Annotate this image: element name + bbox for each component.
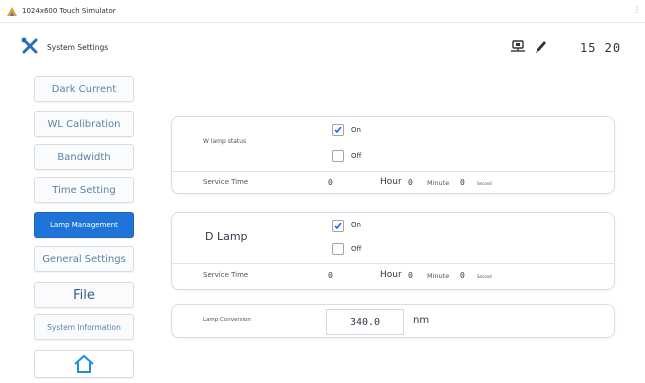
sidebar-item-label: System Information xyxy=(47,322,121,332)
sidebar-item-label: General Settings xyxy=(42,253,126,265)
w-lamp-card: W lamp status On Off Service Time 0 Hour… xyxy=(171,116,615,194)
sidebar-item-label: Time Setting xyxy=(52,184,116,196)
sidebar-item-label: WL Calibration xyxy=(47,118,121,130)
divider xyxy=(172,171,614,172)
divider xyxy=(172,263,614,264)
sidebar-item-file[interactable]: File xyxy=(34,282,134,308)
w-lamp-status-label: W lamp status xyxy=(203,138,247,145)
d-lamp-off-checkbox[interactable] xyxy=(332,243,344,255)
lamp-conversion-input[interactable]: 340.0 xyxy=(326,309,404,335)
w-lamp-hours-value[interactable]: 0 xyxy=(328,178,333,187)
check-icon xyxy=(334,222,342,230)
window-titlebar: 1024x600 Touch Simulator ⋮ xyxy=(0,0,645,23)
lamp-conversion-card: Lamp Conversion 340.0 nm xyxy=(171,304,615,338)
d-lamp-hours-value[interactable]: 0 xyxy=(328,271,333,280)
d-lamp-card: D Lamp On Off Service Time 0 Hour 0 Minu… xyxy=(171,212,615,290)
d-lamp-label: D Lamp xyxy=(205,230,248,243)
sidebar-item-bandwidth[interactable]: Bandwidth xyxy=(34,144,134,170)
w-lamp-off-label: Off xyxy=(351,152,362,160)
lamp-conversion-label: Lamp Conversion xyxy=(203,317,251,323)
window-title: 1024x600 Touch Simulator xyxy=(22,7,116,15)
lamp-conversion-unit: nm xyxy=(413,315,430,326)
d-lamp-on-label: On xyxy=(351,221,361,229)
w-lamp-off-checkbox[interactable] xyxy=(332,150,344,162)
network-icon xyxy=(511,40,525,52)
page-title: System Settings xyxy=(47,43,109,52)
w-lamp-second-label: Second xyxy=(477,181,492,186)
w-lamp-service-time-label: Service Time xyxy=(203,178,249,186)
w-lamp-minute-label: Minute xyxy=(427,179,450,187)
tools-icon xyxy=(21,37,38,54)
sidebar-item-lamp-management[interactable]: Lamp Management xyxy=(34,212,134,238)
more-icon[interactable]: ⋮ xyxy=(633,5,641,14)
sidebar-item-dark-current[interactable]: Dark Current xyxy=(34,76,134,102)
w-lamp-minutes-value[interactable]: 0 xyxy=(408,178,413,187)
w-lamp-on-checkbox[interactable] xyxy=(332,124,344,136)
app-icon xyxy=(7,7,17,16)
sidebar-item-label: Lamp Management xyxy=(50,221,118,229)
pen-icon xyxy=(536,41,546,53)
d-lamp-off-label: Off xyxy=(351,245,362,253)
d-lamp-second-label: Second xyxy=(477,274,492,279)
check-icon xyxy=(334,126,342,134)
sidebar-item-general-settings[interactable]: General Settings xyxy=(34,246,134,272)
home-icon xyxy=(74,354,94,373)
sidebar-item-label: Bandwidth xyxy=(57,151,111,163)
home-button[interactable] xyxy=(34,350,134,378)
w-lamp-seconds-value[interactable]: 0 xyxy=(460,178,465,187)
sidebar-item-system-information[interactable]: System Information xyxy=(34,314,134,340)
sidebar-item-wl-calibration[interactable]: WL Calibration xyxy=(34,111,134,137)
app-header: System Settings 15 20 xyxy=(0,34,645,64)
sidebar-item-time-setting[interactable]: Time Setting xyxy=(34,177,134,203)
sidebar-item-label: File xyxy=(73,287,95,303)
d-lamp-hour-label: Hour xyxy=(380,270,402,280)
d-lamp-service-time-label: Service Time xyxy=(203,271,249,279)
d-lamp-seconds-value[interactable]: 0 xyxy=(460,271,465,280)
d-lamp-minute-label: Minute xyxy=(427,272,450,280)
clock: 15 20 xyxy=(580,41,622,55)
w-lamp-on-label: On xyxy=(351,126,361,134)
sidebar-item-label: Dark Current xyxy=(51,83,117,95)
d-lamp-minutes-value[interactable]: 0 xyxy=(408,271,413,280)
w-lamp-hour-label: Hour xyxy=(380,177,402,187)
d-lamp-on-checkbox[interactable] xyxy=(332,220,344,232)
